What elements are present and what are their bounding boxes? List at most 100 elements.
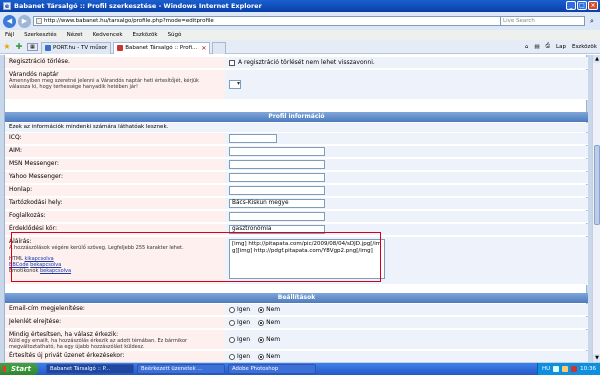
radio-button[interactable] (229, 336, 235, 343)
location-input[interactable]: Bács-Kiskun megye (229, 199, 325, 208)
vertical-scrollbar[interactable]: ▲ ▼ (592, 55, 600, 362)
menu-view[interactable]: Nézet (67, 32, 83, 38)
print-icon[interactable]: ⎙ (546, 43, 550, 50)
field-label: Aláírás: A hozzászólások végére kerülő s… (5, 237, 225, 285)
pregnancy-calendar-row: Várandós naptár Amennyiben meg szeretné … (5, 70, 588, 100)
tools-menu-button[interactable]: Eszközök (572, 44, 597, 50)
minimize-button[interactable]: _ (566, 1, 576, 10)
icq-input[interactable] (229, 134, 277, 143)
field-row-signature: Aláírás: A hozzászólások végére kerülő s… (5, 237, 588, 285)
taskbar-item-label: Babanet Társalgó :: P... (50, 366, 111, 372)
radio-yes-option[interactable]: Igen (229, 353, 250, 360)
tray-icon[interactable] (562, 366, 569, 372)
radio-button[interactable] (258, 353, 265, 360)
menu-favorites[interactable]: Kedvencek (93, 32, 123, 38)
page-menu-button[interactable]: Lap (556, 44, 566, 50)
feeds-icon[interactable]: ▤ (534, 44, 539, 50)
radio-button[interactable] (258, 306, 265, 313)
add-favorite-icon[interactable]: ✚ (14, 42, 24, 51)
radio-label: Nem (266, 336, 281, 343)
field-label: Jelenlét elrejtése: (5, 317, 225, 329)
tab-favicon-icon (45, 45, 51, 51)
delete-registration-checkbox[interactable] (229, 59, 235, 66)
taskbar-item-label: Adobe Photoshop (232, 366, 279, 372)
menu-help[interactable]: Súgó (168, 32, 182, 38)
field-value: gasztronómia (225, 224, 588, 236)
radio-yes-option[interactable]: Igen (229, 336, 250, 343)
search-input[interactable]: Live Search (500, 16, 585, 26)
yahoo-input[interactable] (229, 173, 325, 182)
setting-row-notify-reply: Mindig értesítsen, ha válasz érkezik: Kü… (5, 330, 588, 350)
delete-registration-row: Regisztráció törlése. A regisztráció tör… (5, 57, 588, 69)
tab-label: PORT.hu - TV műsor (53, 45, 108, 51)
window-titlebar[interactable]: e Babanet Társalgó :: Profil szerkesztés… (0, 0, 600, 12)
radio-button[interactable] (229, 353, 235, 360)
tab-bar: ★ ✚ ▦ PORT.hu - TV műsor Babanet Társalg… (0, 40, 600, 54)
radio-label: Nem (266, 353, 281, 360)
field-value: Igen Nem (225, 317, 588, 329)
checkbox-label: A regisztráció törlését nem lehet vissza… (238, 59, 375, 66)
emoticons-label: Emotikonok (9, 268, 39, 274)
taskbar-item-babanet[interactable]: Babanet Társalgó :: P... (46, 364, 134, 374)
profile-form: Regisztráció törlése. A regisztráció tör… (4, 55, 588, 362)
radio-label: Nem (266, 319, 281, 326)
tab-babanet[interactable]: Babanet Társalgó :: Profi... ✕ (113, 41, 211, 54)
menu-file[interactable]: Fájl (5, 32, 14, 38)
command-bar: ⌂ ▤ ⎙ Lap Eszközök (525, 43, 597, 50)
pregnancy-week-select[interactable] (229, 80, 241, 89)
tab-close-icon[interactable]: ✕ (201, 45, 206, 52)
setting-row-notify-pm: Értesítés új privát üzenet érkezésekor: … (5, 351, 588, 362)
home-icon[interactable]: ⌂ (525, 44, 529, 50)
field-label-text: Várandós naptár (9, 71, 59, 78)
system-tray: HU 10:36 (536, 363, 600, 375)
aim-input[interactable] (229, 147, 325, 156)
tab-port[interactable]: PORT.hu - TV műsor (41, 41, 112, 54)
maximize-button[interactable]: □ (577, 1, 587, 10)
tray-icon[interactable] (553, 366, 560, 372)
radio-yes-option[interactable]: Igen (229, 306, 250, 313)
radio-button[interactable] (258, 336, 265, 343)
scroll-down-icon[interactable]: ▼ (593, 354, 600, 362)
radio-button[interactable] (229, 319, 235, 326)
favorites-star-icon[interactable]: ★ (2, 42, 12, 51)
radio-no-option[interactable]: Nem (258, 319, 280, 326)
menu-edit[interactable]: Szerkesztés (24, 32, 57, 38)
start-button[interactable]: Start (0, 363, 38, 375)
radio-no-option[interactable]: Nem (258, 336, 280, 343)
back-button[interactable]: ◀ (3, 14, 16, 28)
scroll-up-icon[interactable]: ▲ (593, 55, 600, 63)
language-indicator[interactable]: HU (542, 366, 550, 372)
emoticons-state-link[interactable]: bekapcsolva (40, 268, 71, 274)
msn-input[interactable] (229, 160, 325, 169)
address-input[interactable]: http://www.babanet.hu/tarsalgo/profile.p… (33, 16, 503, 26)
field-value (225, 133, 588, 145)
occupation-input[interactable] (229, 212, 325, 221)
radio-no-option[interactable]: Nem (258, 306, 280, 313)
field-label: Értesítés új privát üzenet érkezésekor: (5, 351, 225, 362)
interests-input[interactable]: gasztronómia (229, 225, 325, 234)
radio-button[interactable] (229, 306, 235, 313)
radio-button[interactable] (258, 319, 265, 326)
section-header-profile: Profil információ (5, 112, 588, 122)
field-row-location: Tartózkodási hely: Bács-Kiskun megye (5, 198, 588, 210)
radio-label: Igen (237, 336, 251, 343)
field-label: Foglalkozás: (5, 211, 225, 223)
section-header-settings: Beállítások (5, 293, 588, 303)
menu-tools[interactable]: Eszközök (133, 32, 158, 38)
taskbar-item-inbox[interactable]: Beérkezett üzenetek ... (137, 364, 225, 374)
taskbar-item-photoshop[interactable]: Adobe Photoshop (228, 364, 316, 374)
signature-label: Aláírás: (9, 238, 32, 245)
close-button[interactable]: × (588, 1, 598, 10)
emoticons-status: Emotikonok bekapcsolva (9, 268, 221, 274)
field-label: Érdeklődési kör: (5, 224, 225, 236)
quick-tabs-icon[interactable]: ▦ (27, 42, 38, 51)
forward-button[interactable]: ▶ (18, 14, 31, 28)
radio-no-option[interactable]: Nem (258, 353, 280, 360)
tray-icon[interactable] (571, 366, 578, 372)
search-icon[interactable]: ⌕ (587, 16, 597, 26)
scroll-thumb[interactable] (594, 145, 600, 225)
new-tab-button[interactable] (212, 41, 227, 54)
website-input[interactable] (229, 186, 325, 195)
signature-textarea[interactable]: [img] http://pitapata.com/pic/2009/08/04… (229, 239, 385, 279)
radio-yes-option[interactable]: Igen (229, 319, 250, 326)
